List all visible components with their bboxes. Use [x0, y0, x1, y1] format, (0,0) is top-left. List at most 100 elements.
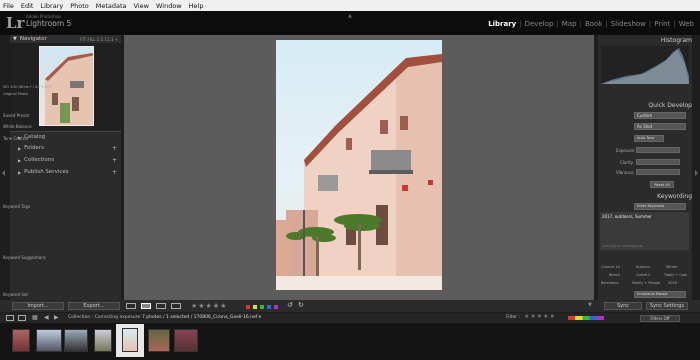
module-map[interactable]: Map — [559, 20, 580, 28]
compare-view-icon[interactable] — [156, 303, 166, 309]
color-label-red[interactable] — [246, 305, 250, 309]
menu-file[interactable]: File — [3, 2, 14, 10]
suggestion-word[interactable]: Winter — [666, 265, 678, 269]
keyword-tags-select[interactable]: Enter Keywords — [634, 203, 686, 210]
menu-edit[interactable]: Edit — [21, 2, 34, 10]
color-label-green[interactable] — [260, 305, 264, 309]
module-picker: Library | Develop | Map | Book | Slideshow | … — [485, 20, 697, 28]
clarity-label: Clarity — [620, 160, 634, 165]
suggestion-word[interactable]: Beach — [609, 273, 620, 277]
filmstrip-count[interactable]: 7 photos / 1 selected / 170806_Cirona_Ga… — [142, 315, 261, 320]
app-name: Lightroom 5 — [26, 19, 72, 28]
histogram-readout: ISO 100 16mm f / 4.0 1/500 — [3, 85, 52, 89]
menu-metadata[interactable]: Metadata — [96, 2, 127, 10]
collapse-right-icon[interactable] — [695, 170, 698, 176]
rating-stars[interactable]: ★★★★★ — [191, 302, 227, 310]
collapse-left-icon[interactable] — [2, 170, 5, 176]
screen2-icon[interactable] — [18, 315, 26, 321]
grid-view-icon[interactable] — [126, 303, 136, 309]
suggestion-word[interactable]: Family + People — [632, 281, 660, 285]
rotate-left-icon[interactable]: ↺ — [287, 301, 293, 309]
disclosure-icon: ▶ — [18, 157, 22, 163]
color-label-blue[interactable] — [267, 305, 271, 309]
exposure-buttons[interactable] — [636, 147, 680, 153]
suggestion-word[interactable]: 2016 — [668, 281, 677, 285]
keyword-tags-label: Keyword Tags — [3, 204, 31, 209]
original-photo-label: Original Photo — [3, 92, 28, 96]
navigator-header[interactable]: ▼ Navigator FIT FILL 1:1 11:1 ÷ — [10, 35, 121, 43]
add-icon[interactable]: + — [112, 145, 117, 152]
panel-publish-label: Publish Services — [24, 169, 69, 175]
keyword-set-label: Keyword Set — [3, 292, 28, 297]
forward-icon[interactable]: ▶ — [54, 314, 59, 321]
panel-catalog[interactable]: ▶ Catalog — [12, 133, 121, 141]
module-develop[interactable]: Develop — [522, 20, 557, 28]
main-photo[interactable] — [276, 40, 442, 290]
panel-collections-label: Collections — [24, 157, 55, 163]
color-label-yellow[interactable] — [253, 305, 257, 309]
keywording-title[interactable]: Keywording — [657, 193, 692, 200]
suggestion-word[interactable]: Autumn — [636, 265, 650, 269]
suggestion-word[interactable]: Colorful — [636, 273, 650, 277]
disclosure-icon: ▼ — [13, 36, 17, 42]
suggestion-word[interactable]: Tropic + Cool — [664, 273, 687, 277]
exposure-label: Exposure — [616, 148, 635, 153]
module-book[interactable]: Book — [582, 20, 605, 28]
toolbar-menu-icon[interactable]: ▼ — [588, 302, 592, 308]
sync-button[interactable]: Sync — [604, 302, 642, 310]
suggestion-word[interactable]: Chance 14 — [601, 265, 620, 269]
saved-preset-select[interactable]: Custom — [634, 112, 686, 119]
filter-stars[interactable]: ★★★★★ — [524, 313, 556, 320]
panel-publish-services[interactable]: ▶ Publish Services + — [12, 168, 121, 176]
grid-small-icon[interactable]: ▦ — [32, 314, 38, 321]
module-web[interactable]: Web — [676, 20, 697, 28]
filmstrip-thumbnail[interactable] — [174, 329, 198, 352]
import-button[interactable]: Import... — [12, 302, 64, 310]
sync-settings-button[interactable]: Sync Settings — [646, 302, 688, 310]
quick-develop-title[interactable]: Quick Develop — [648, 102, 692, 109]
filmstrip-thumbnail[interactable] — [36, 329, 62, 352]
filmstrip-source[interactable]: Collection : Correcting exposure — [68, 315, 140, 320]
filmstrip-thumbnail[interactable] — [12, 329, 30, 352]
menu-bar: File Edit Library Photo Metadata View Wi… — [0, 0, 700, 11]
screen1-icon[interactable] — [6, 315, 14, 321]
keywords-hint: Click here to add keywords — [602, 244, 643, 248]
add-icon[interactable]: + — [112, 157, 117, 164]
reset-all-button[interactable]: Reset All — [650, 181, 674, 188]
survey-view-icon[interactable] — [171, 303, 181, 309]
menu-view[interactable]: View — [134, 2, 149, 10]
menu-photo[interactable]: Photo — [70, 2, 89, 10]
export-button[interactable]: Export... — [68, 302, 120, 310]
panel-folders[interactable]: ▶ Folders + — [12, 144, 121, 152]
module-print[interactable]: Print — [651, 20, 673, 28]
add-icon[interactable]: + — [112, 169, 117, 176]
filmstrip-thumbnail[interactable] — [64, 329, 88, 352]
white-balance-select[interactable]: As Shot — [634, 123, 686, 130]
navigator-zoom[interactable]: FIT FILL 1:1 11:1 ÷ — [80, 37, 118, 42]
clarity-buttons[interactable] — [636, 159, 680, 165]
histogram-title[interactable]: Histogram — [661, 37, 692, 44]
suggestion-word[interactable]: Barcelona — [601, 281, 618, 285]
histogram-curve — [601, 48, 689, 84]
color-label-purple[interactable] — [274, 305, 278, 309]
filmstrip-thumbnail-selected[interactable] — [122, 328, 138, 352]
filmstrip-thumbnail[interactable] — [94, 329, 112, 352]
vibrance-buttons[interactable] — [636, 169, 680, 175]
saved-preset-label: Saved Preset — [3, 113, 30, 118]
filter-color-labels[interactable] — [568, 316, 604, 320]
rotate-right-icon[interactable]: ↻ — [298, 301, 304, 309]
back-icon[interactable]: ◀ — [44, 314, 49, 321]
module-slideshow[interactable]: Slideshow — [608, 20, 649, 28]
loupe-view-icon[interactable] — [141, 303, 151, 309]
filmstrip-thumbnail[interactable] — [148, 329, 170, 352]
filters-off-select[interactable]: Filters Off — [640, 315, 680, 322]
auto-tone-button[interactable]: Auto Tone — [634, 135, 664, 142]
menu-library[interactable]: Library — [40, 2, 63, 10]
panel-collections[interactable]: ▶ Collections + — [12, 156, 121, 164]
keyword-set-select[interactable]: Emotional Mosaic — [634, 291, 686, 298]
module-library[interactable]: Library — [485, 20, 519, 28]
vibrance-label: Vibrance — [616, 170, 634, 175]
menu-help[interactable]: Help — [189, 2, 204, 10]
collapse-top-icon[interactable]: ▲ — [348, 13, 352, 19]
menu-window[interactable]: Window — [156, 2, 182, 10]
